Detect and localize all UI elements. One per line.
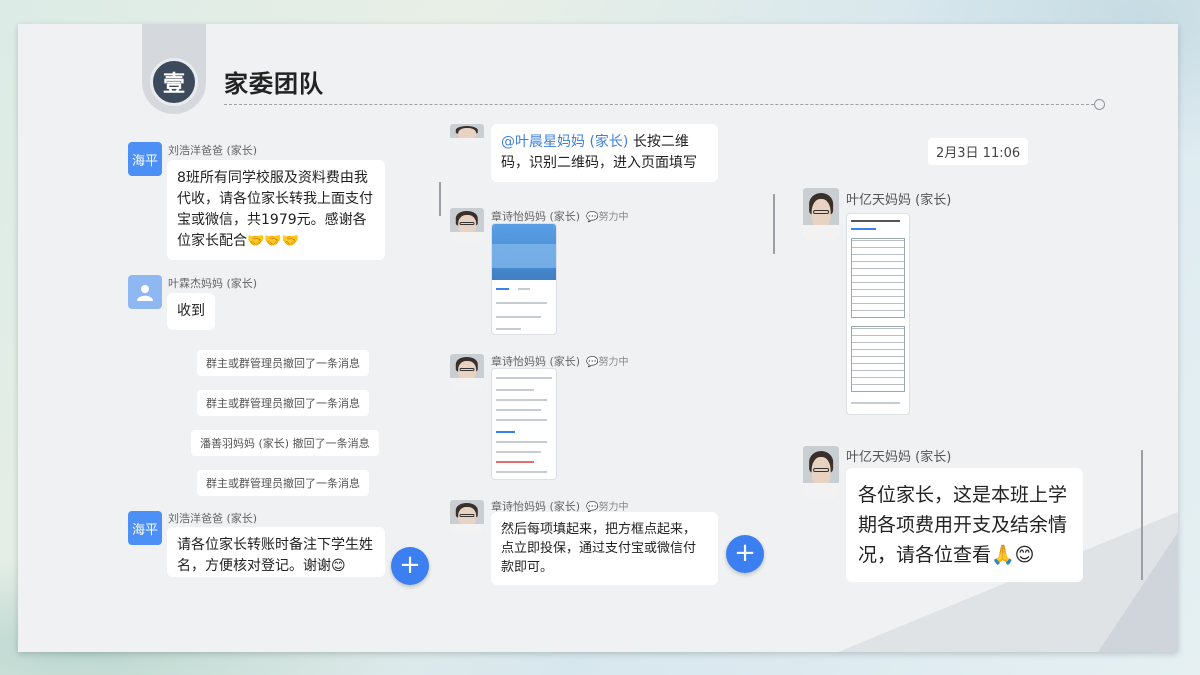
avatar[interactable] bbox=[450, 208, 484, 242]
corner-decoration bbox=[1098, 532, 1178, 652]
column-divider bbox=[1141, 450, 1143, 580]
sender-name: 叶亿天妈妈 (家长) bbox=[846, 450, 952, 465]
add-button[interactable]: + bbox=[391, 547, 429, 585]
add-button[interactable]: + bbox=[726, 535, 764, 573]
image-message[interactable] bbox=[491, 368, 557, 480]
column-divider bbox=[773, 194, 775, 254]
avatar-label: 海平 bbox=[131, 153, 158, 169]
system-notice: 群主或群管理员撤回了一条消息 bbox=[197, 350, 369, 376]
mention-link[interactable]: @叶晨星妈妈 (家长) bbox=[501, 134, 628, 150]
system-notice: 群主或群管理员撤回了一条消息 bbox=[197, 470, 369, 496]
page-title: 家委团队 bbox=[224, 70, 324, 98]
title-divider-end bbox=[1094, 99, 1105, 110]
sender-name-text: 章诗怡妈妈 (家长) bbox=[491, 355, 581, 368]
section-number-badge: 壹 bbox=[150, 58, 198, 106]
image-message[interactable] bbox=[846, 213, 910, 415]
sender-name: 叶霖杰妈妈 (家长) bbox=[168, 277, 258, 290]
message-bubble[interactable]: 各位家长，这是本班上学期各项费用开支及结余情况，请各位查看🙏😊 bbox=[846, 468, 1083, 582]
avatar[interactable] bbox=[450, 500, 484, 534]
image-message[interactable] bbox=[491, 223, 557, 335]
message-bubble[interactable]: 8班所有同学校服及资料费由我代收，请各位家长转我上面支付宝或微信，共1979元。… bbox=[167, 160, 385, 260]
sender-name-text: 章诗怡妈妈 (家长) bbox=[491, 210, 581, 223]
avatar[interactable] bbox=[450, 354, 484, 388]
avatar-label: 海平 bbox=[131, 522, 158, 538]
avatar[interactable]: 海平 bbox=[128, 142, 162, 176]
sender-name: 叶亿天妈妈 (家长) bbox=[846, 193, 952, 208]
sender-name: 章诗怡妈妈 (家长) 💬努力中 bbox=[491, 353, 629, 369]
avatar[interactable]: 海平 bbox=[128, 511, 162, 545]
system-notice: 潘善羽妈妈 (家长) 撤回了一条消息 bbox=[191, 430, 379, 456]
avatar[interactable] bbox=[128, 275, 162, 309]
column-divider bbox=[439, 182, 441, 216]
slide: 壹 家委团队 海平 刘浩洋爸爸 (家长) 8班所有同学校服及资料费由我代收，请各… bbox=[18, 24, 1178, 652]
message-bubble[interactable]: 请各位家长转账时备注下学生姓名，方便核对登记。谢谢😊 bbox=[167, 527, 385, 577]
sender-name: 刘浩洋爸爸 (家长) bbox=[168, 512, 258, 525]
message-bubble[interactable]: @叶晨星妈妈 (家长) 长按二维码，识别二维码，进入页面填写 bbox=[491, 124, 718, 182]
status-text: 💬努力中 bbox=[586, 212, 629, 223]
status-text: 💬努力中 bbox=[586, 357, 629, 368]
avatar[interactable] bbox=[450, 124, 484, 144]
system-notice: 群主或群管理员撤回了一条消息 bbox=[197, 390, 369, 416]
sender-name: 刘浩洋爸爸 (家长) bbox=[168, 144, 258, 157]
user-icon bbox=[137, 285, 153, 301]
title-divider bbox=[224, 104, 1094, 105]
avatar[interactable] bbox=[803, 446, 839, 498]
avatar[interactable] bbox=[803, 188, 839, 240]
message-bubble[interactable]: 收到 bbox=[167, 293, 215, 330]
timestamp: 2月3日 11:06 bbox=[928, 138, 1029, 165]
sender-name: 章诗怡妈妈 (家长) 💬努力中 bbox=[491, 208, 629, 224]
message-bubble[interactable]: 然后每项填起来，把方框点起来，点立即投保，通过支付宝或微信付款即可。 bbox=[491, 512, 718, 585]
